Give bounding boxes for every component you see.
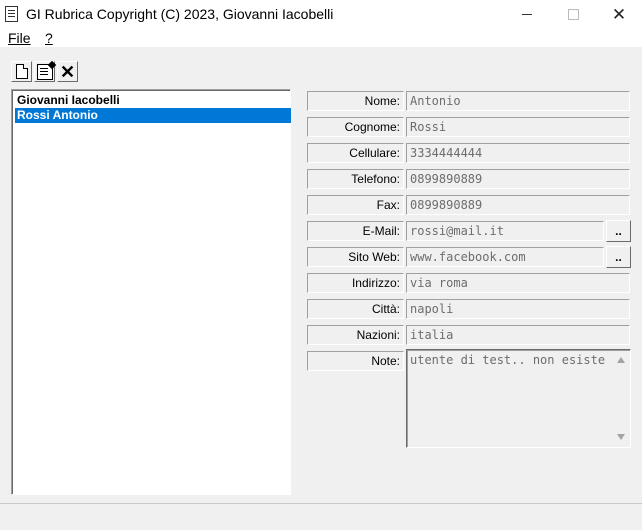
menu-help[interactable]: ? (45, 30, 53, 46)
cognome-label: Cognome: (307, 117, 404, 137)
nazioni-field[interactable]: italia (406, 325, 630, 345)
maximize-button[interactable] (550, 0, 596, 29)
sito-web-field[interactable]: www.facebook.com (406, 247, 604, 267)
telefono-field[interactable]: 0899890889 (406, 169, 630, 189)
note-scrollbar[interactable] (613, 351, 629, 446)
contact-list[interactable]: Giovanni Iacobelli Rossi Antonio (11, 89, 291, 495)
telefono-label: Telefono: (307, 169, 404, 189)
citta-label: Città: (307, 299, 404, 319)
menu-file[interactable]: File (8, 30, 31, 46)
new-document-icon (15, 64, 28, 79)
sito-web-label: Sito Web: (307, 247, 404, 267)
nazioni-label: Nazioni: (307, 325, 404, 345)
delete-icon: ✕ (59, 61, 76, 82)
edit-document-icon (36, 63, 53, 80)
note-label: Note: (307, 351, 404, 371)
minimize-button[interactable] (504, 0, 550, 29)
nome-label: Nome: (307, 91, 404, 111)
email-label: E-Mail: (307, 221, 404, 241)
citta-field[interactable]: napoli (406, 299, 630, 319)
menu-bar (0, 29, 642, 47)
close-icon: ✕ (611, 5, 627, 24)
nome-field[interactable]: Antonio (406, 91, 630, 111)
edit-contact-button[interactable] (34, 61, 55, 82)
new-contact-button[interactable] (11, 61, 32, 82)
status-bar (0, 503, 642, 530)
close-button[interactable]: ✕ (596, 0, 642, 29)
cellulare-label: Cellulare: (307, 143, 404, 163)
list-item[interactable]: Giovanni Iacobelli (15, 93, 291, 108)
note-textarea[interactable]: utente di test.. non esiste (406, 349, 631, 448)
fax-field[interactable]: 0899890889 (406, 195, 630, 215)
indirizzo-field[interactable]: via roma (406, 273, 630, 293)
indirizzo-label: Indirizzo: (307, 273, 404, 293)
scroll-down-icon[interactable] (617, 434, 625, 440)
scroll-up-icon[interactable] (617, 357, 625, 363)
window-title: GI Rubrica Copyright (C) 2023, Giovanni … (26, 6, 334, 22)
email-field[interactable]: rossi@mail.it (406, 221, 604, 241)
list-item-selected[interactable]: Rossi Antonio (15, 108, 291, 123)
email-browse-button[interactable]: .. (606, 220, 631, 242)
sito-web-browse-button[interactable]: .. (606, 246, 631, 268)
minimize-icon (522, 14, 532, 15)
maximize-icon (567, 9, 579, 20)
cellulare-field[interactable]: 3334444444 (406, 143, 630, 163)
cognome-field[interactable]: Rossi (406, 117, 630, 137)
fax-label: Fax: (307, 195, 404, 215)
app-icon[interactable] (5, 6, 18, 22)
delete-contact-button[interactable]: ✕ (57, 61, 78, 82)
